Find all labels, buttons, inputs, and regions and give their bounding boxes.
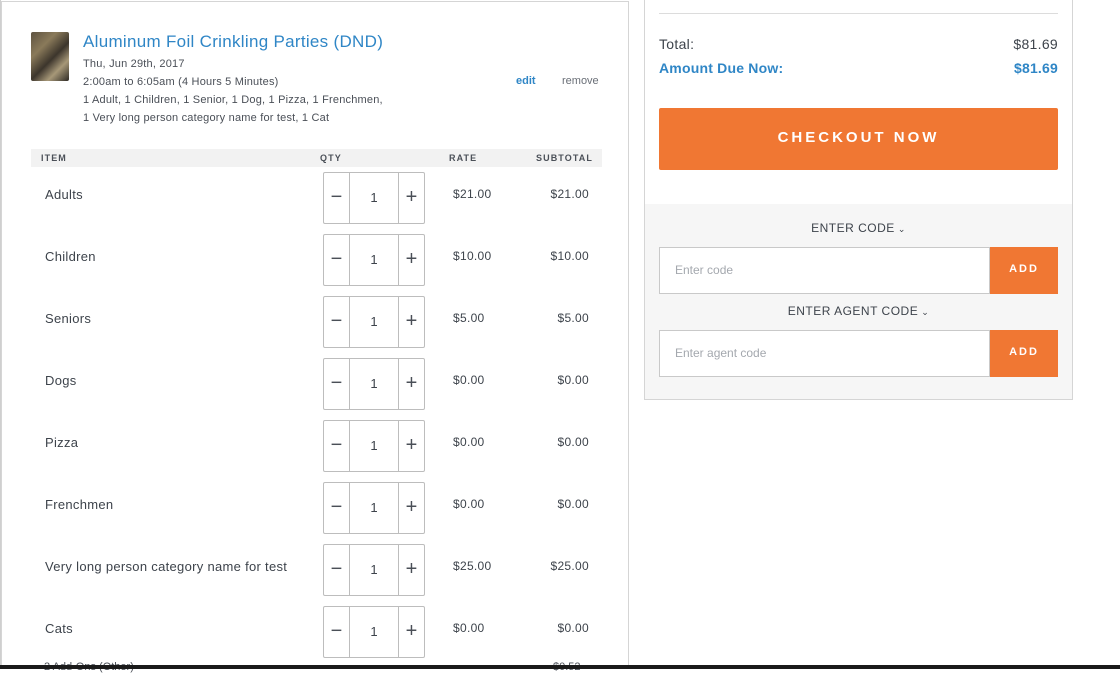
row-rate: $0.00 [453, 621, 485, 635]
decrement-button[interactable]: − [323, 358, 350, 410]
event-summary: 1 Adult, 1 Children, 1 Senior, 1 Dog, 1 … [83, 94, 383, 106]
row-rate: $10.00 [453, 249, 492, 263]
increment-button[interactable]: + [398, 420, 425, 472]
row-subtotal: $0.00 [557, 621, 589, 635]
event-thumbnail [31, 32, 69, 81]
quantity-input[interactable]: 1 [349, 234, 399, 286]
row-subtotal: $5.00 [557, 311, 589, 325]
row-subtotal: $25.00 [550, 559, 589, 573]
table-row: Adults − 1 + $21.00 $21.00 [31, 167, 602, 229]
total-value: $81.69 [1013, 36, 1058, 52]
row-rate: $21.00 [453, 187, 492, 201]
header-item: ITEM [41, 153, 67, 163]
table-row: Very long person category name for test … [31, 539, 602, 601]
row-label: Very long person category name for test [45, 559, 288, 574]
quantity-input[interactable]: 1 [349, 606, 399, 658]
quantity-input[interactable]: 1 [349, 172, 399, 224]
table-header: ITEM QTY RATE SUBTOTAL [31, 149, 602, 167]
increment-button[interactable]: + [398, 234, 425, 286]
quantity-stepper: − 1 + [323, 296, 425, 348]
header-rate: RATE [449, 153, 478, 163]
quantity-input[interactable]: 1 [349, 358, 399, 410]
edit-link[interactable]: edit [516, 75, 536, 87]
quantity-input[interactable]: 1 [349, 482, 399, 534]
table-row: Dogs − 1 + $0.00 $0.00 [31, 353, 602, 415]
row-rate: $25.00 [453, 559, 492, 573]
row-rate: $0.00 [453, 435, 485, 449]
add-code-button[interactable]: ADD [990, 247, 1058, 294]
decrement-button[interactable]: − [323, 606, 350, 658]
quantity-stepper: − 1 + [323, 172, 425, 224]
decrement-button[interactable]: − [323, 172, 350, 224]
event-date: Thu, Jun 29th, 2017 [83, 58, 185, 70]
promo-code-input[interactable]: Enter code [659, 247, 990, 294]
decrement-button[interactable]: − [323, 234, 350, 286]
row-rate: $5.00 [453, 311, 485, 325]
quantity-stepper: − 1 + [323, 544, 425, 596]
event-summary-continued: 1 Very long person category name for tes… [83, 112, 330, 124]
row-subtotal: $10.00 [550, 249, 589, 263]
quantity-stepper: − 1 + [323, 482, 425, 534]
quantity-input[interactable]: 1 [349, 544, 399, 596]
increment-button[interactable]: + [398, 296, 425, 348]
header-qty: QTY [320, 153, 342, 163]
order-summary-panel: Total: $81.69 Amount Due Now: $81.69 CHE… [644, 0, 1073, 400]
agent-code-input[interactable]: Enter agent code [659, 330, 990, 377]
increment-button[interactable]: + [398, 482, 425, 534]
decrement-button[interactable]: − [323, 482, 350, 534]
row-subtotal: $0.00 [557, 435, 589, 449]
event-title[interactable]: Aluminum Foil Crinkling Parties (DND) [83, 32, 383, 52]
chevron-down-icon: ⌄ [921, 307, 930, 317]
increment-button[interactable]: + [398, 358, 425, 410]
window-bottom-edge [0, 665, 1120, 669]
decrement-button[interactable]: − [323, 420, 350, 472]
row-subtotal: $0.00 [557, 373, 589, 387]
amount-due-value: $81.69 [1013, 60, 1058, 76]
enter-code-label: ENTER CODE [811, 221, 895, 235]
header-subtotal: SUBTOTAL [536, 153, 593, 163]
row-label: Pizza [45, 435, 79, 450]
row-subtotal: $0.00 [557, 497, 589, 511]
table-row: Frenchmen − 1 + $0.00 $0.00 [31, 477, 602, 539]
summary-divider [659, 13, 1058, 14]
enter-agent-code-toggle[interactable]: ENTER AGENT CODE ⌄ [645, 304, 1072, 318]
quantity-input[interactable]: 1 [349, 296, 399, 348]
chevron-down-icon: ⌄ [897, 224, 906, 234]
table-row: Pizza − 1 + $0.00 $0.00 [31, 415, 602, 477]
cart-panel: Aluminum Foil Crinkling Parties (DND) Th… [1, 1, 629, 669]
increment-button[interactable]: + [398, 544, 425, 596]
promo-code-section: ENTER CODE ⌄ Enter code ADD ENTER AGENT C… [645, 204, 1072, 399]
increment-button[interactable]: + [398, 606, 425, 658]
quantity-stepper: − 1 + [323, 420, 425, 472]
row-label: Frenchmen [45, 497, 114, 512]
table-row: Cats − 1 + $0.00 $0.00 [31, 601, 602, 663]
row-label: Seniors [45, 311, 92, 326]
row-label: Adults [45, 187, 83, 202]
add-agent-code-button[interactable]: ADD [990, 330, 1058, 377]
row-subtotal: $21.00 [550, 187, 589, 201]
row-rate: $0.00 [453, 373, 485, 387]
quantity-stepper: − 1 + [323, 234, 425, 286]
quantity-stepper: − 1 + [323, 358, 425, 410]
event-time: 2:00am to 6:05am (4 Hours 5 Minutes) [83, 76, 279, 88]
table-row: Children − 1 + $10.00 $10.00 [31, 229, 602, 291]
increment-button[interactable]: + [398, 172, 425, 224]
quantity-input[interactable]: 1 [349, 420, 399, 472]
amount-due-label: Amount Due Now: [659, 60, 784, 76]
row-rate: $0.00 [453, 497, 485, 511]
row-label: Children [45, 249, 96, 264]
quantity-stepper: − 1 + [323, 606, 425, 658]
total-label: Total: [659, 36, 695, 52]
checkout-button[interactable]: CHECKOUT NOW [659, 108, 1058, 170]
decrement-button[interactable]: − [323, 544, 350, 596]
table-row: Seniors − 1 + $5.00 $5.00 [31, 291, 602, 353]
row-label: Cats [45, 621, 73, 636]
row-label: Dogs [45, 373, 77, 388]
enter-code-toggle[interactable]: ENTER CODE ⌄ [645, 221, 1072, 235]
enter-agent-code-label: ENTER AGENT CODE [787, 304, 919, 318]
remove-link[interactable]: remove [562, 75, 599, 87]
decrement-button[interactable]: − [323, 296, 350, 348]
